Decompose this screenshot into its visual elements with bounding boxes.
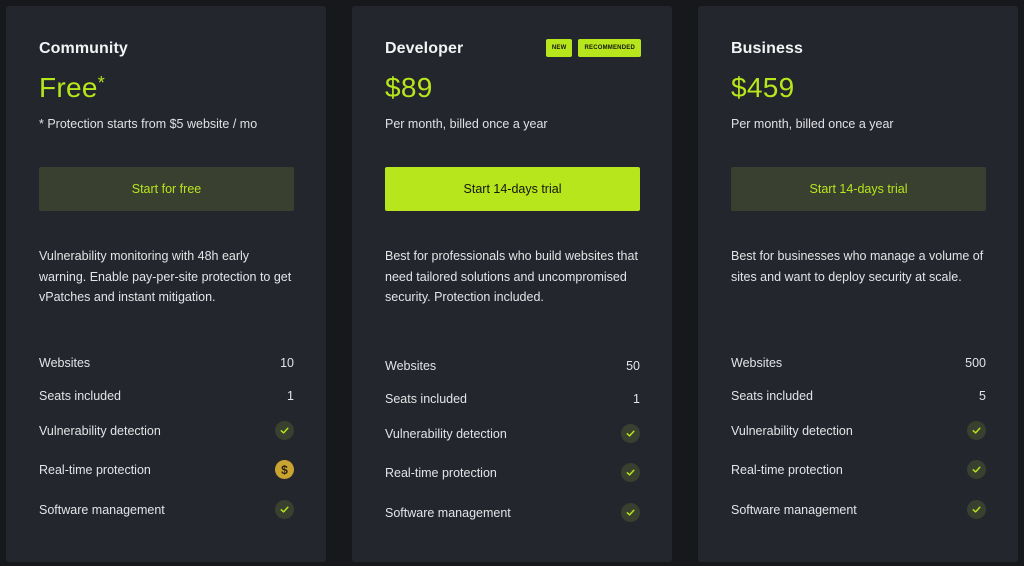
feature-row-websites: Websites 50	[385, 359, 640, 392]
feature-row-real-time-protection: Real-time protection	[385, 463, 640, 506]
dollar-icon: $	[275, 460, 294, 479]
plan-name: Developer	[385, 40, 464, 57]
feature-label: Real-time protection	[385, 466, 497, 480]
plan-badges: NEW RECOMMENDED	[545, 39, 641, 57]
feature-label: Seats included	[731, 389, 814, 403]
feature-row-seats: Seats included 5	[731, 389, 986, 424]
check-icon	[967, 500, 986, 519]
check-icon	[621, 424, 640, 443]
feature-row-software-management: Software management	[39, 500, 294, 540]
recommended-badge: RECOMMENDED	[578, 39, 641, 57]
feature-label: Websites	[731, 356, 783, 370]
plan-description: Best for businesses who manage a volume …	[731, 249, 984, 284]
feature-row-software-management: Software management	[731, 500, 986, 540]
feature-row-software-management: Software management	[385, 503, 640, 543]
plan-card-developer: Developer NEW RECOMMENDED $89 Per month,…	[352, 6, 672, 562]
start-trial-button[interactable]: Start 14-days trial	[385, 167, 640, 211]
plan-subtitle: Per month, billed once a year	[731, 117, 894, 131]
check-icon	[621, 463, 640, 482]
feature-value: 10	[280, 356, 294, 370]
feature-row-websites: Websites 500	[731, 356, 986, 389]
feature-list: Websites 500 Seats included 5 Vulnerabil…	[731, 356, 986, 540]
feature-label: Seats included	[385, 392, 468, 406]
feature-label: Real-time protection	[731, 463, 843, 477]
start-trial-button[interactable]: Start 14-days trial	[731, 167, 986, 211]
price-footnote-mark: *	[97, 73, 106, 93]
feature-row-seats: Seats included 1	[385, 392, 640, 427]
plan-description: Best for professionals who build website…	[385, 249, 638, 304]
plan-name: Community	[39, 40, 128, 57]
feature-value: 500	[965, 356, 986, 370]
check-icon	[967, 460, 986, 479]
feature-row-vulnerability-detection: Vulnerability detection	[385, 424, 640, 466]
feature-label: Software management	[385, 506, 511, 520]
feature-value: 5	[979, 389, 986, 403]
feature-label: Vulnerability detection	[731, 424, 853, 438]
feature-label: Websites	[385, 359, 437, 373]
check-icon	[275, 421, 294, 440]
feature-row-seats: Seats included 1	[39, 389, 294, 424]
plan-subtitle: * Protection starts from $5 website / mo	[39, 117, 258, 131]
check-icon	[621, 503, 640, 522]
plan-price: $89	[385, 72, 433, 103]
feature-row-vulnerability-detection: Vulnerability detection	[39, 421, 294, 463]
feature-row-real-time-protection: Real-time protection	[731, 460, 986, 503]
feature-row-vulnerability-detection: Vulnerability detection	[731, 421, 986, 463]
feature-value: 1	[287, 389, 294, 403]
plan-card-business: Business $459 Per month, billed once a y…	[698, 6, 1018, 562]
start-for-free-button[interactable]: Start for free	[39, 167, 294, 211]
plan-card-community: Community Free* * Protection starts from…	[6, 6, 326, 562]
plan-name: Business	[731, 40, 803, 57]
plan-price: Free*	[39, 72, 105, 104]
price-value: Free	[39, 72, 98, 103]
plan-price: $459	[731, 72, 795, 103]
feature-value: 50	[626, 359, 640, 373]
new-badge: NEW	[545, 39, 573, 57]
check-icon	[275, 500, 294, 519]
feature-label: Seats included	[39, 389, 122, 403]
feature-label: Vulnerability detection	[385, 427, 507, 441]
feature-label: Real-time protection	[39, 463, 151, 477]
feature-label: Vulnerability detection	[39, 424, 161, 438]
check-icon	[967, 421, 986, 440]
feature-value: 1	[633, 392, 640, 406]
feature-row-websites: Websites 10	[39, 356, 294, 389]
plan-description: Vulnerability monitoring with 48h early …	[39, 249, 292, 304]
feature-list: Websites 10 Seats included 1 Vulnerabili…	[39, 356, 294, 540]
feature-label: Software management	[731, 503, 857, 517]
feature-label: Websites	[39, 356, 91, 370]
plan-subtitle: Per month, billed once a year	[385, 117, 548, 131]
feature-label: Software management	[39, 503, 165, 517]
feature-row-real-time-protection: Real-time protection $	[39, 460, 294, 503]
feature-list: Websites 50 Seats included 1 Vulnerabili…	[385, 359, 640, 543]
